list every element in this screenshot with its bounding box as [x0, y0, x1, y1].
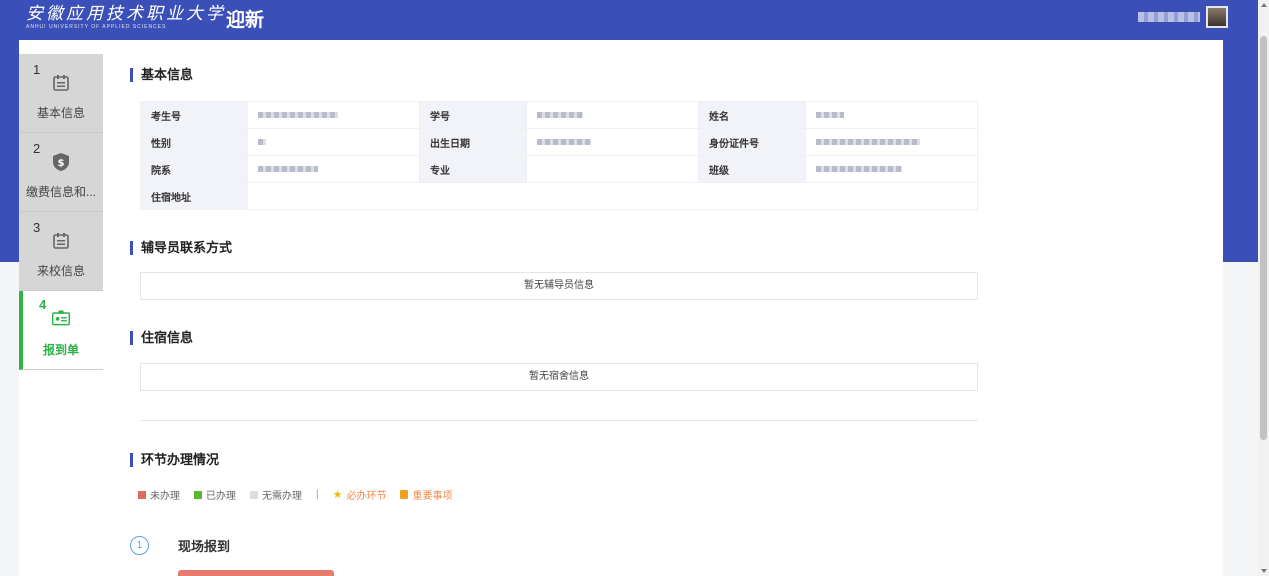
step-arrival-info[interactable]: 3 来校信息 [19, 212, 103, 291]
field-label: 考生号 [140, 101, 248, 129]
redacted-value [537, 138, 591, 145]
step-label: 基本信息 [36, 106, 85, 120]
user-menu[interactable] [1138, 6, 1228, 28]
top-header: 安徽应用技术职业大学 ANHUI UNIVERSITY OF APPLIED S… [0, 0, 1258, 34]
step-label: 报到单 [42, 343, 79, 357]
note-icon [400, 490, 409, 499]
step-basic-info[interactable]: 1 基本信息 [19, 54, 103, 133]
logo-text-cn: 安徽应用技术职业大学 [26, 4, 226, 24]
field-value [247, 101, 420, 129]
university-logo[interactable]: 安徽应用技术职业大学 ANHUI UNIVERSITY OF APPLIED S… [26, 4, 226, 31]
field-label: 性别 [140, 128, 248, 156]
status-legend: 未办理 已办理 无需办理 | ★ 必办环节 重要事项 [138, 487, 452, 502]
redacted-value [258, 165, 318, 172]
legend-done: 已办理 [206, 491, 236, 502]
svg-text:$: $ [58, 158, 65, 169]
step-registration-form[interactable]: 4 报到单 [19, 291, 103, 370]
table-row: 考生号 学号 姓名 [140, 101, 978, 129]
legend-required: 必办环节 [346, 491, 387, 502]
field-value [805, 155, 978, 183]
field-label: 班级 [698, 155, 806, 183]
field-label: 出生日期 [419, 128, 527, 156]
field-label: 身份证件号 [698, 128, 806, 156]
field-value [805, 128, 978, 156]
step-number: 1 [33, 62, 41, 77]
legend-important: 重要事项 [412, 491, 453, 502]
document-icon [53, 233, 69, 249]
done-swatch [194, 490, 202, 499]
not-needed-swatch [250, 490, 258, 499]
scroll-down-icon[interactable] [1261, 569, 1267, 573]
step-label: 来校信息 [36, 264, 85, 278]
table-row: 性别 出生日期 身份证件号 [140, 128, 978, 156]
divider [140, 420, 978, 421]
redacted-value [816, 111, 844, 118]
section-title-counselor: 辅导员联系方式 [130, 241, 232, 255]
section-title-progress: 环节办理情况 [130, 453, 219, 467]
stage-status-button[interactable] [178, 570, 334, 576]
page-scrollbar[interactable] [1258, 0, 1269, 576]
field-label: 专业 [419, 155, 527, 183]
not-done-swatch [138, 490, 146, 499]
table-row: 院系 专业 班级 [140, 155, 978, 183]
redacted-value [258, 111, 338, 118]
redacted-value [816, 165, 902, 172]
step-number: 2 [33, 141, 41, 156]
logo-text-en: ANHUI UNIVERSITY OF APPLIED SCIENCES [26, 24, 167, 30]
legend-separator: | [316, 489, 319, 500]
redacted-value [816, 138, 920, 145]
field-label: 学号 [419, 101, 527, 129]
field-value [247, 128, 420, 156]
field-value [247, 155, 420, 183]
redacted-value [258, 138, 266, 145]
field-label: 姓名 [698, 101, 806, 129]
counselor-empty-message: 暂无辅导员信息 [140, 272, 978, 300]
field-value-address [247, 182, 978, 210]
step-payment-info[interactable]: 2 $ 缴费信息和... [19, 133, 103, 212]
section-title-dorm: 住宿信息 [130, 331, 193, 345]
stage-number-badge: 1 [130, 536, 149, 555]
step-number: 3 [33, 220, 41, 235]
dorm-empty-message: 暂无宿舍信息 [140, 363, 978, 391]
star-icon: ★ [332, 489, 343, 501]
field-label: 院系 [140, 155, 248, 183]
section-title-basic-info: 基本信息 [130, 68, 193, 82]
id-card-icon [51, 310, 71, 326]
scroll-up-icon[interactable] [1261, 3, 1267, 7]
shield-dollar-icon: $ [53, 153, 69, 171]
legend-not-needed: 无需办理 [262, 491, 302, 502]
avatar[interactable] [1206, 6, 1228, 28]
table-row: 住宿地址 [140, 182, 978, 210]
field-label: 住宿地址 [140, 182, 248, 210]
field-value [805, 101, 978, 129]
app-title: 迎新 [226, 10, 265, 31]
field-value [526, 101, 699, 129]
field-value [526, 128, 699, 156]
step-label: 缴费信息和... [25, 185, 96, 199]
step-nav: 1 基本信息 2 $ 缴费信息和... 3 来校信息 4 报到单 [19, 54, 103, 370]
document-icon [53, 75, 69, 91]
stage-title: 现场报到 [178, 539, 231, 554]
basic-info-table: 考生号 学号 姓名 性别 出生日期 身份证件号 院系 专业 班级 住宿地址 [140, 101, 978, 210]
step-number: 4 [39, 297, 47, 312]
field-value [526, 155, 699, 183]
redacted-value [537, 111, 583, 118]
scroll-thumb[interactable] [1260, 36, 1267, 440]
legend-not-done: 未办理 [150, 491, 180, 502]
user-name-redacted[interactable] [1138, 12, 1200, 22]
